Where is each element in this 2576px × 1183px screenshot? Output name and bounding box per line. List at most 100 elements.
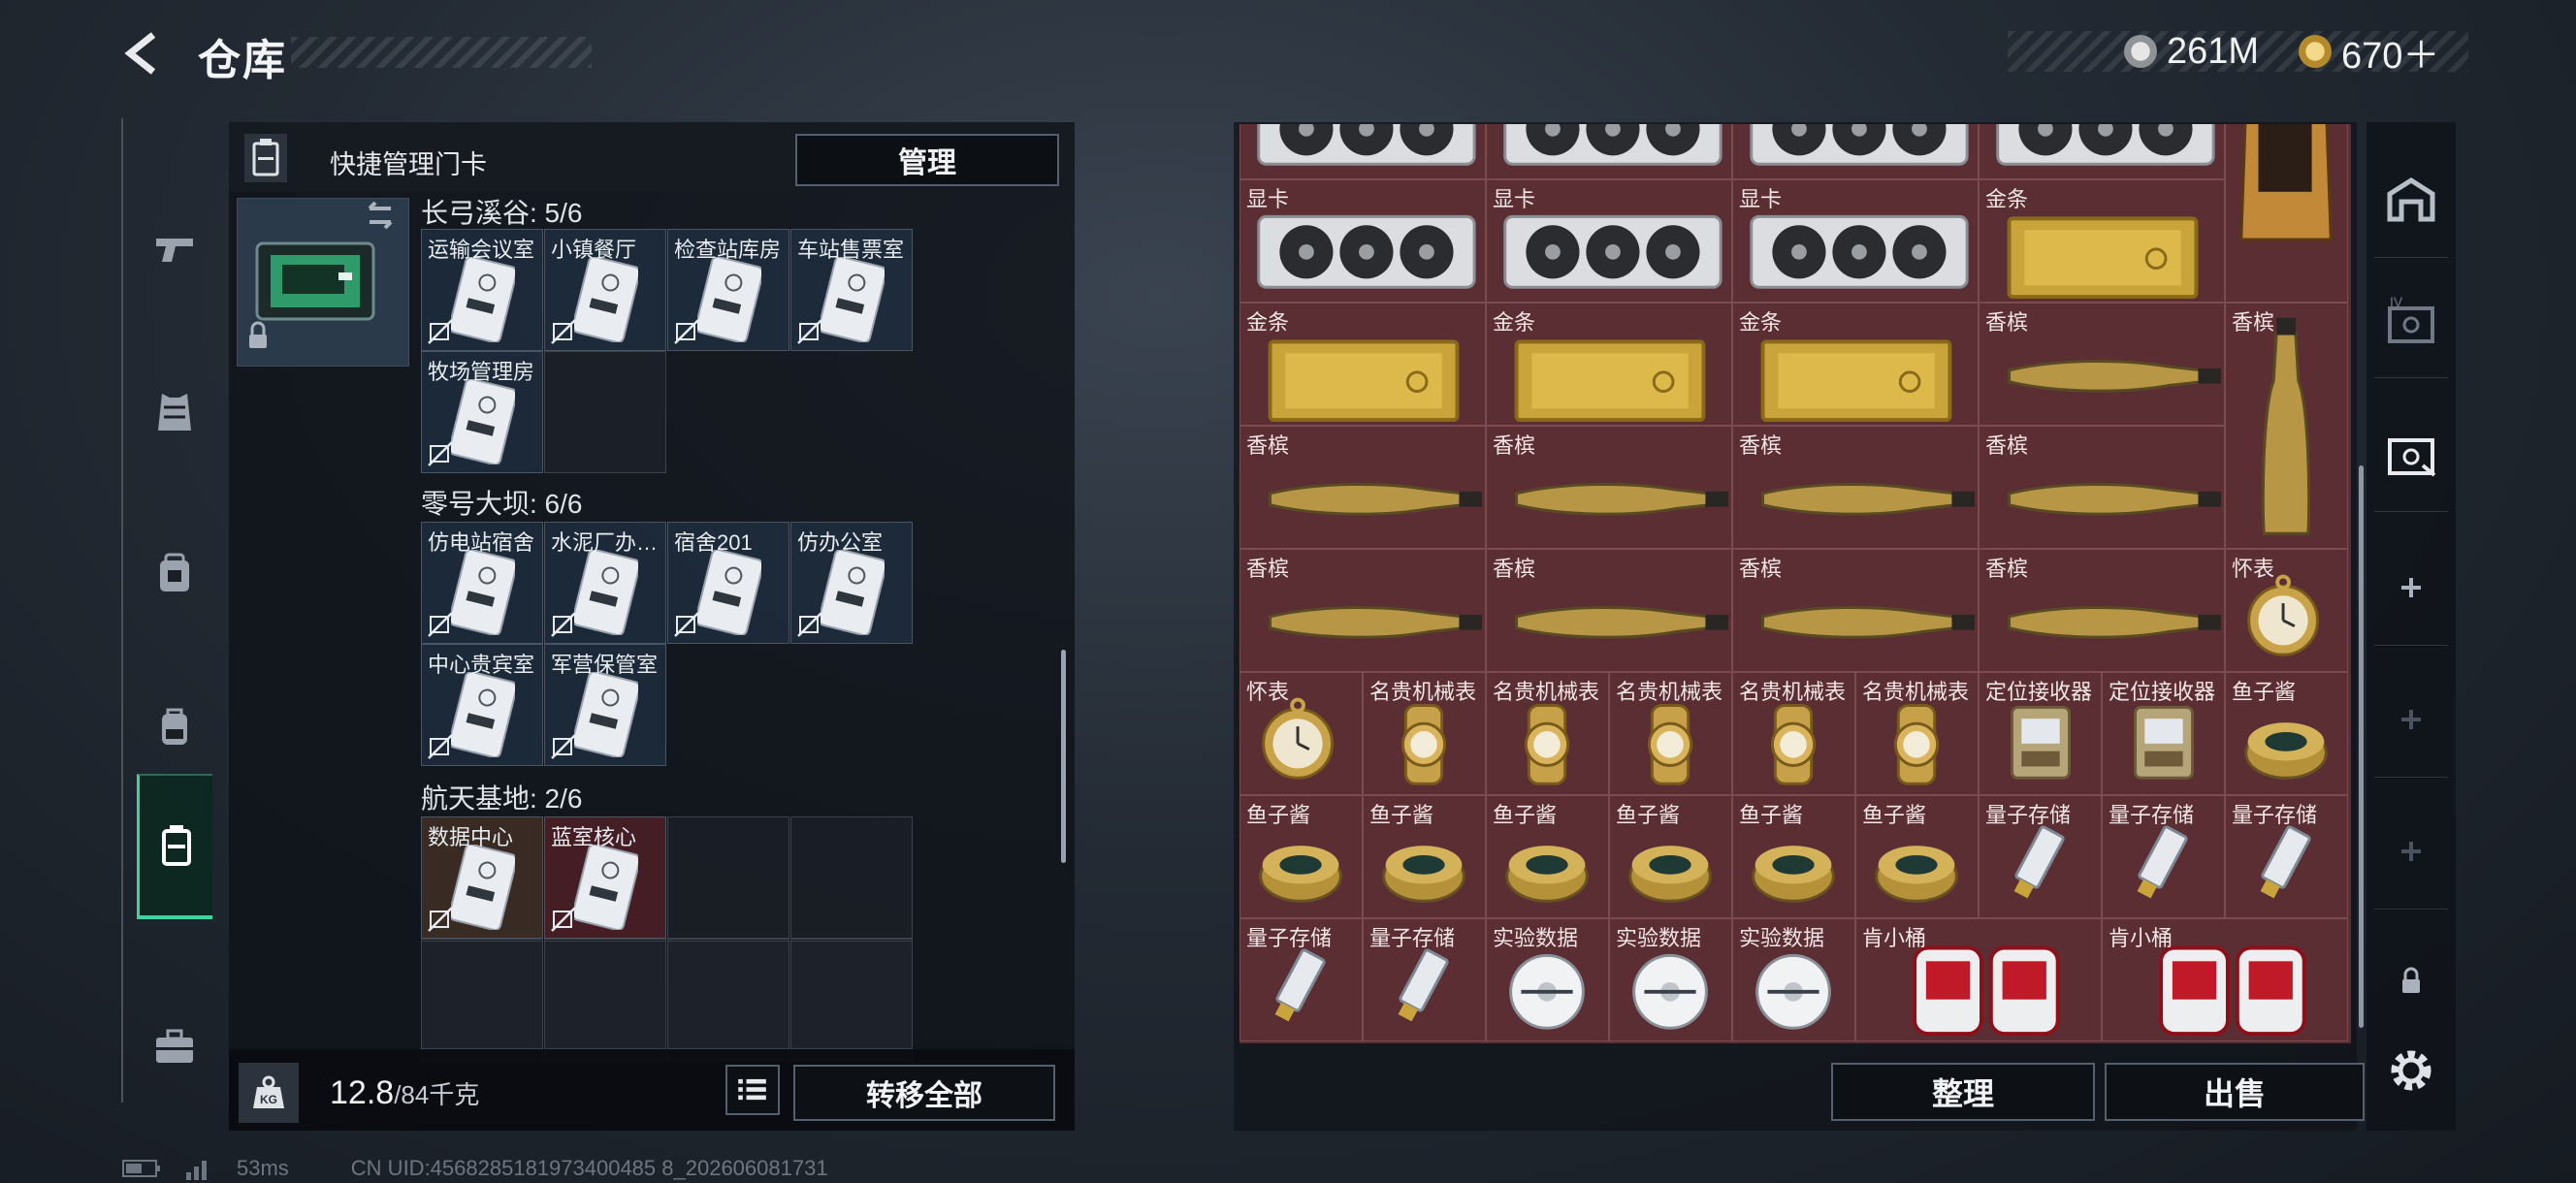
keycard-slot[interactable]: 仿电站宿舍 bbox=[421, 522, 543, 644]
stash-item[interactable]: 鱼子酱 bbox=[1363, 795, 1486, 918]
add-tab-button-3[interactable] bbox=[2374, 793, 2448, 910]
stash-item[interactable]: 量子存储 bbox=[1979, 795, 2102, 918]
stash-item[interactable]: 香槟 bbox=[1979, 303, 2225, 426]
stash-item[interactable]: 鱼子酱 bbox=[1609, 795, 1732, 918]
nav-chest-rig[interactable] bbox=[137, 502, 212, 648]
keycard-scrollbar[interactable] bbox=[1061, 650, 1066, 863]
nav-keycard-case[interactable] bbox=[137, 774, 212, 919]
stash-item[interactable]: 金条 bbox=[1240, 303, 1486, 426]
stash-item[interactable]: 香槟 bbox=[1240, 426, 1486, 549]
stash-scrollbar[interactable] bbox=[2359, 465, 2364, 1028]
stash-item[interactable]: 名贵机械表 bbox=[1855, 672, 1979, 795]
add-tab-button-2[interactable] bbox=[2374, 661, 2448, 778]
gold-currency[interactable]: 670＋ bbox=[2299, 27, 2439, 77]
empty-keycard-slot[interactable] bbox=[790, 941, 913, 1049]
back-button[interactable] bbox=[120, 29, 169, 78]
keycard-slot[interactable]: 宿舍201 bbox=[667, 522, 789, 644]
keycard-slot[interactable]: 牧场管理房 bbox=[421, 351, 543, 473]
keycard-slot[interactable]: 水泥厂办… bbox=[544, 522, 666, 644]
lock-tab[interactable] bbox=[2374, 923, 2448, 1039]
keycard-case-image bbox=[249, 201, 393, 348]
empty-keycard-slot[interactable] bbox=[790, 816, 913, 939]
stash-item[interactable]: 名贵机械表 bbox=[1486, 672, 1609, 795]
stash-item[interactable]: 肯小桶 bbox=[2102, 918, 2348, 1041]
stash-item-partial[interactable] bbox=[1240, 124, 1486, 179]
keycard-icon bbox=[697, 550, 761, 635]
empty-keycard-slot[interactable] bbox=[544, 941, 666, 1049]
add-tab-button-1[interactable] bbox=[2374, 529, 2448, 646]
stash-item[interactable]: 量子存储 bbox=[2225, 795, 2348, 918]
keycard-slot[interactable]: 运输会议室 bbox=[421, 229, 543, 351]
nav-armor[interactable] bbox=[137, 339, 212, 485]
stash-item[interactable]: 实验数据 bbox=[1732, 918, 1855, 1041]
empty-keycard-slot[interactable] bbox=[667, 816, 789, 939]
stash-item[interactable]: 香槟 bbox=[1732, 549, 1979, 672]
empty-keycard-slot[interactable] bbox=[544, 351, 666, 473]
keycard-slot[interactable]: 军营保管室 bbox=[544, 644, 666, 766]
stash-item[interactable]: 量子存储 bbox=[1363, 918, 1486, 1041]
stash-item[interactable]: 金条 bbox=[1979, 179, 2225, 303]
tab-warehouse[interactable] bbox=[2374, 142, 2448, 258]
stash-item-partial[interactable] bbox=[1732, 124, 1979, 179]
gpu-icon bbox=[1750, 124, 1969, 166]
manage-button[interactable]: 管理 bbox=[795, 134, 1059, 186]
stash-item[interactable]: 定位接收器 bbox=[2102, 672, 2225, 795]
stash-item[interactable]: 显卡 bbox=[1240, 179, 1486, 303]
unlinked-icon bbox=[551, 907, 576, 932]
keycard-case-thumbnail[interactable] bbox=[237, 198, 409, 367]
stash-item[interactable]: 香槟 bbox=[1240, 549, 1486, 672]
list-view-button[interactable] bbox=[725, 1065, 780, 1115]
stash-item[interactable]: 金条 bbox=[1732, 303, 1979, 426]
stash-item[interactable]: 鱼子酱 bbox=[1240, 795, 1363, 918]
unlinked-icon bbox=[674, 612, 699, 637]
silver-currency[interactable]: 261M bbox=[2124, 27, 2259, 76]
keycard-slot[interactable]: 仿办公室 bbox=[790, 522, 913, 644]
tab-stash-active[interactable] bbox=[2374, 396, 2448, 512]
stash-item[interactable]: 香槟 bbox=[1732, 426, 1979, 549]
stash-item[interactable]: 香槟 bbox=[1979, 549, 2225, 672]
stash-item[interactable]: 名贵机械表 bbox=[1732, 672, 1855, 795]
empty-keycard-slot[interactable] bbox=[667, 941, 789, 1049]
settings-button[interactable] bbox=[2382, 1041, 2440, 1100]
stash-item[interactable]: 名贵机械表 bbox=[1363, 672, 1486, 795]
nav-safebox[interactable] bbox=[137, 974, 212, 1119]
keycard-slot[interactable]: 中心贵宾室 bbox=[421, 644, 543, 766]
stash-item[interactable]: 香槟 bbox=[2225, 303, 2348, 549]
keycard-slot[interactable]: 蓝室核心 bbox=[544, 816, 666, 939]
sort-button[interactable]: 整理 bbox=[1831, 1063, 2095, 1121]
stash-item[interactable]: 鱼子酱 bbox=[1732, 795, 1855, 918]
section-title-dam: 零号大坝: 6/6 bbox=[421, 489, 583, 519]
keycard-slot[interactable]: 小镇餐厅 bbox=[544, 229, 666, 351]
stash-item[interactable]: 实验数据 bbox=[1486, 918, 1609, 1041]
empty-keycard-slot[interactable] bbox=[421, 941, 543, 1049]
sell-button[interactable]: 出售 bbox=[2105, 1063, 2365, 1121]
stash-item[interactable]: 实验数据 bbox=[1609, 918, 1732, 1041]
stash-item[interactable]: 显卡 bbox=[1732, 179, 1979, 303]
backpack-icon bbox=[162, 708, 187, 745]
stash-item[interactable]: 香槟 bbox=[1486, 549, 1732, 672]
transfer-all-button[interactable]: 转移全部 bbox=[793, 1065, 1055, 1121]
stash-item-partial[interactable] bbox=[1486, 124, 1732, 179]
stash-item[interactable]: 鱼子酱 bbox=[1486, 795, 1609, 918]
stash-item[interactable]: 香槟 bbox=[1979, 426, 2225, 549]
stash-item-partial[interactable] bbox=[1979, 124, 2225, 179]
stash-item-partial[interactable] bbox=[2225, 124, 2348, 303]
stash-item[interactable]: 量子存储 bbox=[2102, 795, 2225, 918]
stash-item[interactable]: 定位接收器 bbox=[1979, 672, 2102, 795]
stash-item[interactable]: 鱼子酱 bbox=[1855, 795, 1979, 918]
keycard-slot[interactable]: 数据中心 bbox=[421, 816, 543, 939]
stash-item[interactable]: 量子存储 bbox=[1240, 918, 1363, 1041]
stash-item[interactable]: 肯小桶 bbox=[1855, 918, 2102, 1041]
stash-item[interactable]: 名贵机械表 bbox=[1609, 672, 1732, 795]
stash-item[interactable]: 鱼子酱 bbox=[2225, 672, 2348, 795]
keycard-slot[interactable]: 车站售票室 bbox=[790, 229, 913, 351]
stash-item[interactable]: 怀表 bbox=[1240, 672, 1363, 795]
keycard-slot[interactable]: 检查站库房 bbox=[667, 229, 789, 351]
stash-item[interactable]: 怀表 bbox=[2225, 549, 2348, 672]
stash-item[interactable]: 金条 bbox=[1486, 303, 1732, 426]
stash-item[interactable]: 显卡 bbox=[1486, 179, 1732, 303]
stash-item[interactable]: 香槟 bbox=[1486, 426, 1732, 549]
nav-weapons[interactable] bbox=[137, 176, 212, 322]
tab-stash-4[interactable]: IV bbox=[2374, 262, 2448, 378]
stash-item-label: 显卡 bbox=[1493, 187, 1536, 211]
